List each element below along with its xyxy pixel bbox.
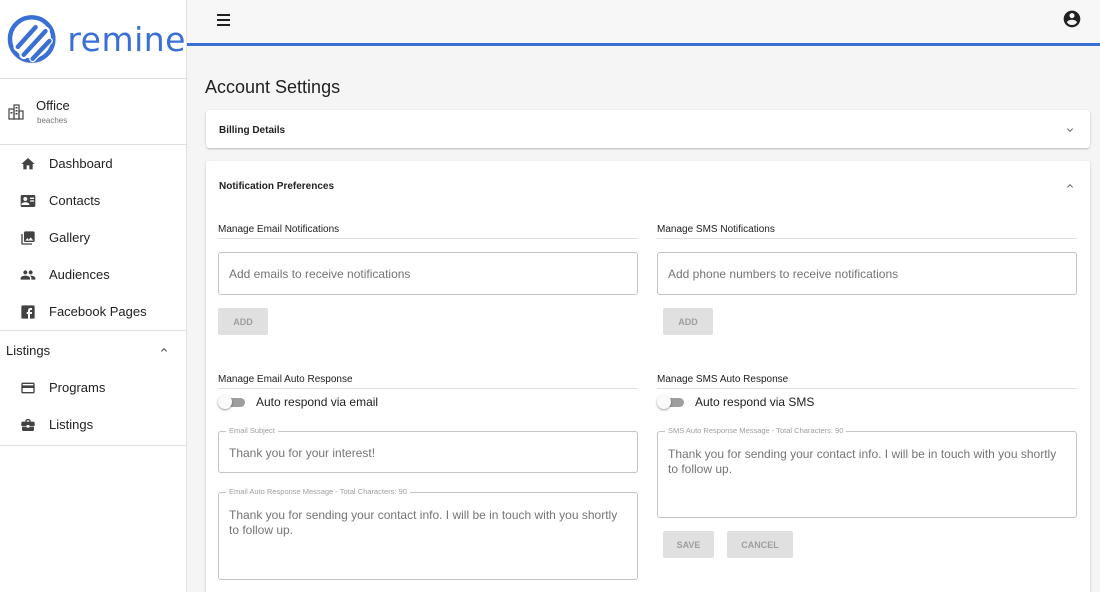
gallery-icon — [21, 230, 35, 245]
sms-auto-respond-toggle[interactable] — [657, 395, 685, 409]
sidebar-item-audiences[interactable]: Audiences — [0, 256, 186, 293]
facebook-icon — [21, 304, 35, 319]
section-heading: Manage Email Auto Response — [218, 374, 638, 389]
sidebar-item-label: Programs — [49, 380, 106, 395]
sidebar-item-label: Contacts — [49, 193, 101, 208]
add-email-button[interactable]: ADD — [218, 308, 268, 335]
email-auto-respond-toggle[interactable] — [218, 395, 246, 409]
sidebar-item-dashboard[interactable]: Dashboard — [0, 145, 186, 182]
people-icon — [20, 269, 36, 280]
main-content: Account Settings Billing Details Notific… — [187, 46, 1100, 592]
office-selector[interactable]: Office beaches — [0, 79, 186, 145]
save-button[interactable]: SAVE — [663, 531, 714, 558]
sms-notifications-input[interactable] — [657, 252, 1077, 295]
notification-preferences-panel: Notification Preferences Manage Email No… — [206, 161, 1090, 592]
sms-auto-toggle-row: Auto respond via SMS — [657, 392, 1077, 412]
contact-card-icon — [20, 194, 36, 207]
email-auto-response-section: Manage Email Auto Response Auto respond … — [218, 374, 638, 592]
credit-card-icon — [21, 382, 35, 393]
main-nav: Dashboard Contacts Gallery Audiences Fac… — [0, 145, 186, 331]
email-auto-response-message-field[interactable]: Email Auto Response Message - Total Char… — [218, 487, 638, 580]
remine-logo-icon — [7, 15, 56, 63]
sidebar-item-contacts[interactable]: Contacts — [0, 182, 186, 219]
listings-nav: Programs Listings — [0, 369, 186, 446]
sidebar-item-facebook-pages[interactable]: Facebook Pages — [0, 293, 186, 330]
billing-details-panel[interactable]: Billing Details — [206, 110, 1090, 148]
field-value: Thank you for sending your contact info.… — [668, 447, 1057, 476]
brand-name: remine — [67, 19, 186, 59]
email-notifications-input[interactable] — [218, 252, 638, 295]
section-heading: Manage SMS Auto Response — [657, 374, 1077, 389]
section-heading: Manage Email Notifications — [218, 224, 638, 239]
field-label: SMS Auto Response Message - Total Charac… — [665, 426, 847, 435]
sidebar-item-label: Audiences — [49, 267, 110, 282]
toggle-label: Auto respond via email — [256, 395, 379, 409]
top-bar — [187, 0, 1100, 46]
sidebar-item-label: Facebook Pages — [49, 304, 147, 319]
chevron-down-icon[interactable] — [1064, 124, 1076, 136]
building-icon — [8, 103, 24, 120]
briefcase-icon — [21, 418, 35, 431]
brand-logo[interactable]: remine — [0, 0, 186, 79]
sidebar: remine Office beaches Dashboard Contacts — [0, 0, 187, 592]
sms-auto-response-section: Manage SMS Auto Response Auto respond vi… — [657, 374, 1077, 592]
page-title: Account Settings — [205, 77, 341, 97]
field-label: Email Subject — [226, 426, 278, 435]
chevron-up-icon[interactable] — [1064, 180, 1076, 192]
sidebar-item-listings[interactable]: Listings — [0, 406, 186, 443]
sms-notifications-section: Manage SMS Notifications ADD — [657, 224, 1077, 335]
section-heading: Manage SMS Notifications — [657, 224, 1077, 239]
sidebar-item-programs[interactable]: Programs — [0, 369, 186, 406]
sidebar-item-label: Listings — [49, 417, 94, 432]
email-auto-toggle-row: Auto respond via email — [218, 392, 638, 412]
chevron-up-icon — [161, 348, 167, 352]
sidebar-item-gallery[interactable]: Gallery — [0, 219, 186, 256]
sidebar-item-label: Dashboard — [49, 156, 113, 171]
office-subtitle: beaches — [37, 116, 68, 125]
field-label: Email Auto Response Message - Total Char… — [226, 487, 410, 496]
toggle-label: Auto respond via SMS — [695, 395, 815, 409]
sidebar-item-label: Gallery — [49, 230, 91, 245]
cancel-button[interactable]: CANCEL — [727, 531, 793, 558]
email-notifications-section: Manage Email Notifications ADD — [218, 224, 638, 335]
sidebar-section-label: Listings — [6, 342, 51, 358]
account-circle-icon[interactable] — [1062, 9, 1082, 29]
sidebar-section-listings[interactable]: Listings — [0, 331, 186, 369]
sms-auto-response-message-field[interactable]: SMS Auto Response Message - Total Charac… — [657, 426, 1077, 518]
office-name: Office — [36, 98, 70, 113]
add-phone-button[interactable]: ADD — [663, 308, 713, 335]
field-value: Thank you for sending your contact info.… — [229, 508, 618, 537]
panel-title: Billing Details — [219, 125, 286, 136]
email-subject-field[interactable]: Email Subject Thank you for your interes… — [218, 426, 638, 473]
panel-title: Notification Preferences — [219, 181, 335, 192]
home-icon — [21, 157, 35, 169]
hamburger-icon[interactable] — [217, 11, 235, 29]
field-value: Thank you for your interest! — [229, 446, 376, 460]
